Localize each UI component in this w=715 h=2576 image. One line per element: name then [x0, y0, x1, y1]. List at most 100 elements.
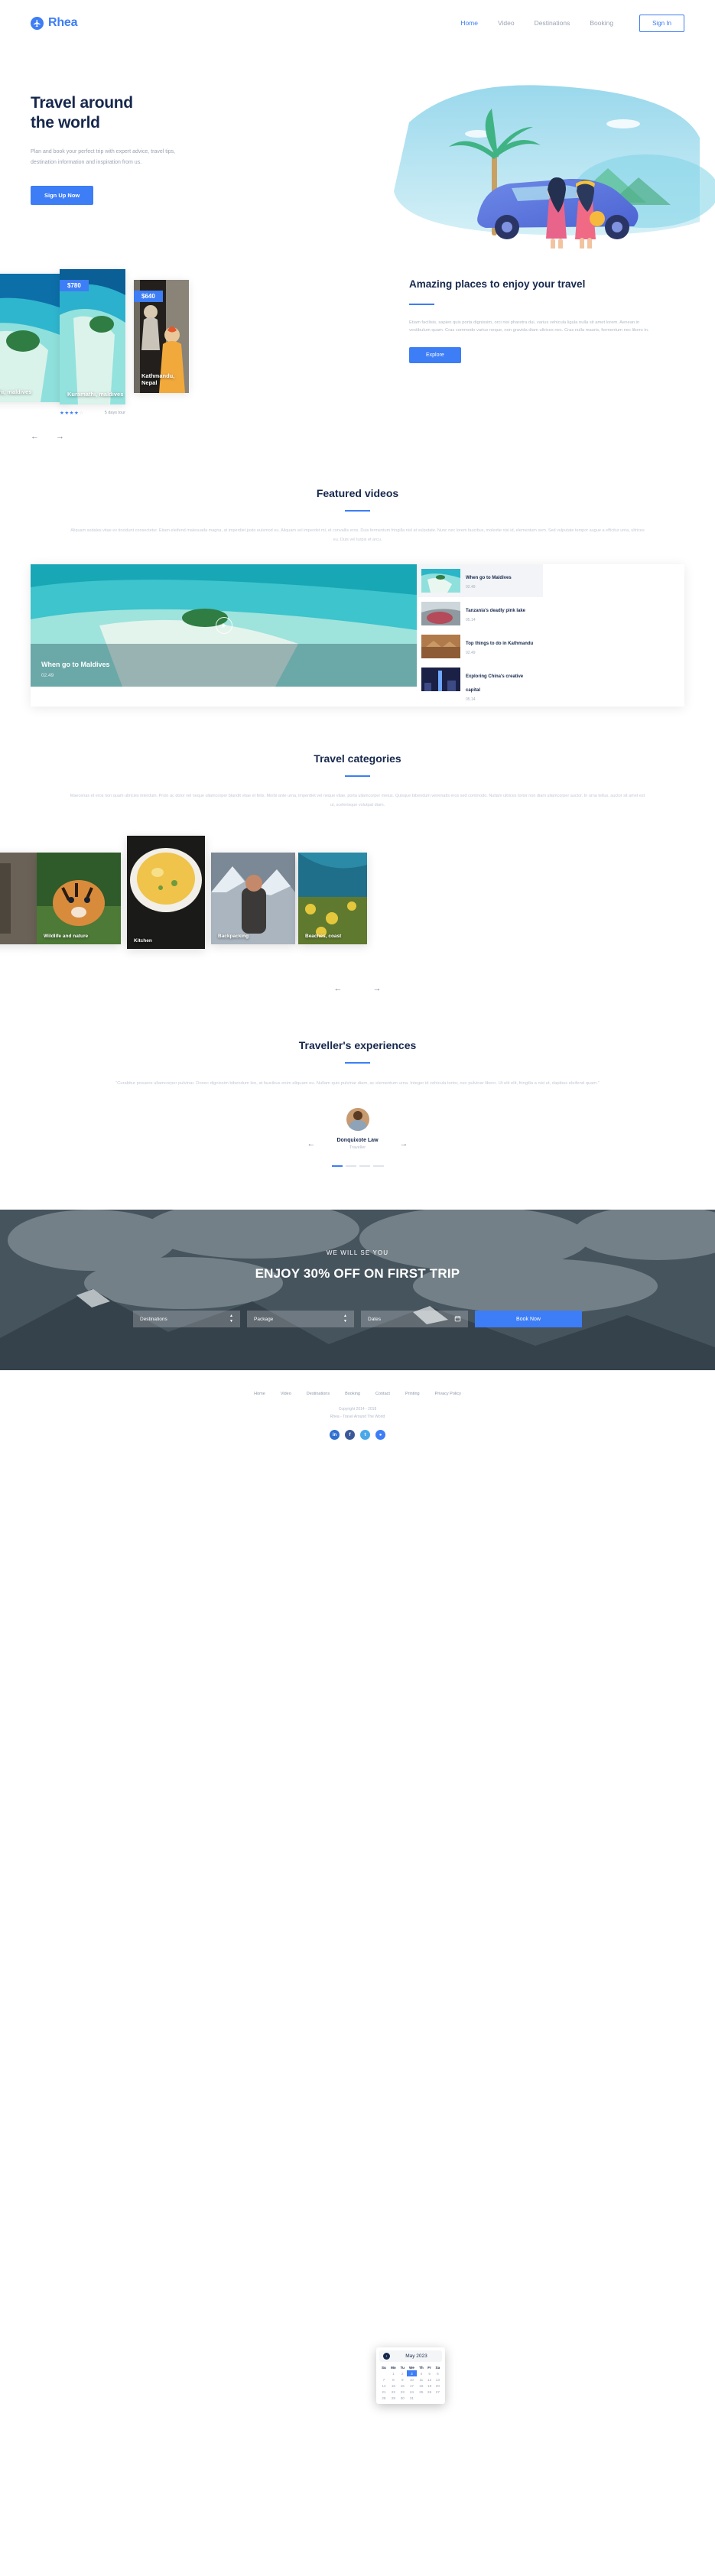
- rss-icon[interactable]: ●: [375, 1430, 385, 1441]
- destinations-select[interactable]: Destinations ▲ ▼: [133, 1311, 240, 1328]
- calendar-day[interactable]: 18: [417, 2383, 425, 2389]
- carousel-dot[interactable]: [372, 1165, 384, 1168]
- playlist-item[interactable]: When go to Maldives 02.49: [417, 564, 543, 598]
- calendar-day[interactable]: 16: [398, 2383, 407, 2389]
- nav-item-booking[interactable]: Booking: [590, 19, 613, 27]
- playlist-item[interactable]: Exploring China's creative capital 05.14: [417, 663, 543, 707]
- video-player[interactable]: When go to Maldives 02.49: [31, 564, 417, 687]
- calendar-day[interactable]: 6: [434, 2370, 442, 2376]
- calendar-day[interactable]: 14: [379, 2383, 388, 2389]
- arrow-right-icon[interactable]: →: [400, 1139, 408, 1148]
- footer-link-contact[interactable]: Contact: [375, 1392, 390, 1396]
- arrow-right-icon[interactable]: →: [56, 432, 64, 441]
- testimonial-quote: “Curabitur posuere ullamcorper pulvinar.…: [115, 1081, 600, 1087]
- calendar-day[interactable]: 27: [434, 2389, 442, 2395]
- footer-link-home[interactable]: Home: [254, 1392, 265, 1396]
- calendar-day[interactable]: 12: [425, 2376, 433, 2383]
- category-carousel: Wildlife and nature Kitchen Backpacking: [0, 836, 715, 958]
- playlist-item[interactable]: Top things to do in Kathmandu 02.49: [417, 630, 543, 663]
- footer-link-destinations[interactable]: Destinations: [307, 1392, 330, 1396]
- place-card[interactable]: $780 Kuramathi, maldives: [60, 269, 125, 404]
- category-card[interactable]: Kitchen: [127, 836, 205, 950]
- section-title: Featured videos: [316, 487, 399, 499]
- hero-section: Travel around the world Plan and book yo…: [0, 46, 715, 249]
- facebook-icon[interactable]: f: [345, 1430, 355, 1441]
- twitter-icon[interactable]: t: [360, 1430, 370, 1441]
- calendar-day[interactable]: 28: [379, 2395, 388, 2401]
- place-card-meta: ★★★★☆ 5 days tour: [60, 410, 125, 416]
- calendar-day[interactable]: 15: [388, 2383, 398, 2389]
- arrow-left-icon[interactable]: ←: [334, 984, 343, 993]
- sign-up-now-button[interactable]: Sign Up Now: [31, 186, 94, 206]
- calendar-day[interactable]: [434, 2395, 442, 2401]
- calendar-day[interactable]: 21: [379, 2389, 388, 2395]
- calendar-day[interactable]: 5: [425, 2370, 433, 2376]
- calendar-day[interactable]: 7: [379, 2376, 388, 2383]
- brand-logo[interactable]: Rhea: [31, 16, 78, 30]
- calendar-day[interactable]: [417, 2395, 425, 2401]
- nav-item-video[interactable]: Video: [498, 19, 515, 27]
- footer-link-privacy-policy[interactable]: Privacy Policy: [435, 1392, 461, 1396]
- calendar-day[interactable]: [425, 2395, 433, 2401]
- nav-item-home[interactable]: Home: [460, 19, 478, 27]
- arrow-left-icon[interactable]: ←: [31, 432, 39, 441]
- calendar-day-selected[interactable]: 3: [406, 2370, 418, 2376]
- calendar-day[interactable]: 29: [388, 2395, 398, 2401]
- calendar-day[interactable]: 20: [434, 2383, 442, 2389]
- calendar-day[interactable]: 2: [398, 2370, 407, 2376]
- place-card[interactable]: $780 Kuramathi, maldives: [0, 274, 67, 402]
- calendar-day[interactable]: 26: [425, 2389, 433, 2395]
- calendar-grid: Su Mo Tu We Th Fr Sa 1 2 3 4 5 6 7 8 9 1…: [379, 2364, 442, 2401]
- calendar-day[interactable]: 4: [417, 2370, 425, 2376]
- calendar-day[interactable]: 25: [417, 2389, 425, 2395]
- footer-link-booking[interactable]: Booking: [345, 1392, 360, 1396]
- calendar-day[interactable]: 8: [388, 2376, 398, 2383]
- cta-headline: ENJOY 30% OFF ON FIRST TRIP: [255, 1266, 460, 1282]
- spinner-icon[interactable]: ▲ ▼: [343, 1314, 347, 1324]
- playlist-item[interactable]: Tanzania's deadly pink lake 05.14: [417, 597, 543, 630]
- spinner-icon[interactable]: ▲ ▼: [229, 1314, 233, 1324]
- carousel-dot[interactable]: [331, 1165, 343, 1168]
- sign-in-button[interactable]: Sign In: [639, 14, 684, 32]
- plane-icon: [31, 16, 44, 30]
- package-select[interactable]: Package ▲ ▼: [247, 1311, 354, 1328]
- place-card[interactable]: $640 Kathmandu, Nepal: [134, 280, 189, 393]
- calendar-day[interactable]: 24: [407, 2389, 418, 2395]
- play-icon[interactable]: [215, 617, 232, 635]
- calendar-day[interactable]: 13: [434, 2376, 442, 2383]
- avatar: [346, 1108, 369, 1132]
- dates-input[interactable]: Dates: [361, 1311, 468, 1328]
- category-card[interactable]: Backpacking: [211, 853, 295, 945]
- calendar-day[interactable]: 19: [425, 2383, 433, 2389]
- footer-link-video[interactable]: Video: [281, 1392, 291, 1396]
- calendar-day[interactable]: 23: [398, 2389, 407, 2395]
- date-picker-popup[interactable]: ‹ May 2023 Su Mo Tu We Th Fr Sa 1 2 3 4 …: [376, 2347, 445, 2404]
- category-card[interactable]: Beaches, coast: [298, 853, 367, 945]
- calendar-day[interactable]: 22: [388, 2389, 398, 2395]
- nav-item-destinations[interactable]: Destinations: [535, 19, 570, 27]
- footer-link-printing[interactable]: Printing: [405, 1392, 420, 1396]
- chevron-left-icon[interactable]: ‹: [383, 2353, 390, 2360]
- calendar-day[interactable]: [379, 2370, 388, 2376]
- calendar-day[interactable]: 30: [398, 2395, 407, 2401]
- calendar-day[interactable]: 9: [398, 2376, 407, 2383]
- calendar-day[interactable]: 11: [417, 2376, 425, 2383]
- playlist-thumbnail: [421, 635, 460, 659]
- calendar-day[interactable]: 31: [407, 2395, 418, 2401]
- arrow-right-icon[interactable]: →: [373, 984, 382, 993]
- category-card[interactable]: Wildlife and nature: [37, 853, 121, 945]
- calendar-day[interactable]: 17: [407, 2383, 418, 2389]
- calendar-day[interactable]: 1: [388, 2370, 398, 2376]
- category-card[interactable]: [0, 853, 37, 945]
- calendar-icon[interactable]: [454, 1315, 461, 1324]
- footer-socials: in f t ●: [0, 1430, 715, 1441]
- calendar-month-label: May 2023: [405, 2353, 427, 2359]
- explore-button[interactable]: Explore: [409, 346, 461, 363]
- linkedin-icon[interactable]: in: [330, 1430, 340, 1441]
- book-now-button[interactable]: Book Now: [475, 1311, 582, 1328]
- brand-name: Rhea: [48, 16, 78, 29]
- carousel-dot[interactable]: [359, 1165, 370, 1168]
- arrow-left-icon[interactable]: ←: [307, 1139, 316, 1148]
- carousel-dot[interactable]: [345, 1165, 356, 1168]
- calendar-day[interactable]: 10: [407, 2376, 418, 2383]
